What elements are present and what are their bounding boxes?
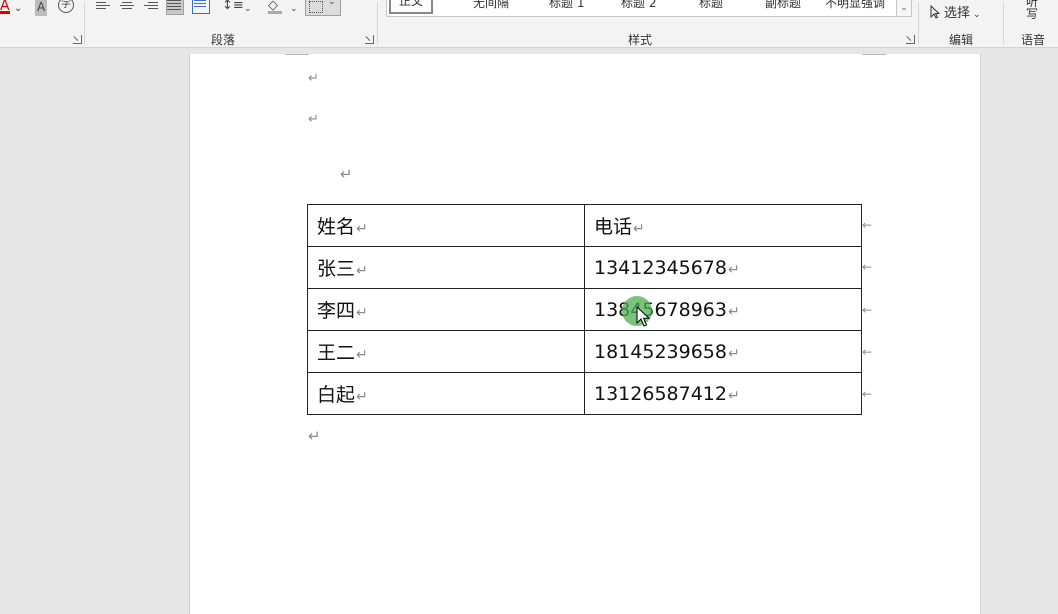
- table-cell[interactable]: 13412345678↵: [584, 246, 862, 289]
- cell-text: 姓名: [317, 216, 356, 238]
- enclose-character-icon[interactable]: 字: [58, 0, 74, 13]
- font-color-bar: [0, 11, 10, 14]
- cell-end-mark: ↵: [356, 347, 368, 363]
- align-right-icon[interactable]: [144, 0, 160, 13]
- table-cell[interactable]: 张三↵: [307, 246, 585, 289]
- paragraph-mark: ↵: [308, 112, 319, 127]
- cell-end-mark: ↵: [356, 221, 368, 237]
- voice-group-label: 语音: [1020, 33, 1046, 47]
- paragraph-dialog-launcher-icon[interactable]: [365, 35, 374, 44]
- cell-text: 18145239658: [594, 340, 727, 363]
- row-end-mark: ←: [862, 260, 873, 274]
- cell-end-mark: ↵: [727, 261, 740, 278]
- group-separator: [918, 2, 919, 44]
- style-no-spacing[interactable]: 无间隔: [473, 0, 509, 11]
- styles-group-label: 样式: [627, 33, 653, 47]
- cell-end-mark: ↵: [633, 221, 645, 237]
- table-cell[interactable]: 李四↵: [307, 288, 585, 331]
- row-end-mark: ←: [862, 387, 873, 401]
- table-row: 姓名↵ 电话↵: [307, 204, 862, 247]
- cell-text: 13412345678: [594, 256, 727, 279]
- style-subtitle[interactable]: 副标题: [765, 0, 801, 11]
- gallery-more-icon[interactable]: ⌄: [896, 0, 911, 16]
- cell-end-mark: ↵: [356, 263, 368, 279]
- cell-text: 李四: [317, 300, 356, 322]
- distributed-icon[interactable]: [192, 0, 210, 14]
- style-heading-2[interactable]: 标题 2: [621, 0, 656, 11]
- mouse-pointer-icon: [636, 306, 650, 327]
- line-spacing-icon[interactable]: ↕≡: [222, 0, 244, 15]
- contacts-table[interactable]: 姓名↵ 电话↵ 张三↵ 13412345678↵ 李四↵ 13845678963…: [307, 204, 862, 415]
- align-left-icon[interactable]: [96, 0, 112, 13]
- row-end-mark: ←: [862, 218, 873, 232]
- style-subtle-emphasis[interactable]: 不明显强调: [825, 0, 885, 11]
- table-row: 白起↵ 13126587412↵: [307, 372, 862, 415]
- line-spacing-dropdown-icon[interactable]: ⌄: [244, 0, 252, 18]
- cell-end-mark: ↵: [727, 345, 740, 362]
- table-cell[interactable]: 电话↵: [584, 204, 862, 247]
- group-separator: [377, 2, 378, 44]
- ribbon: A ⌄ A 字 ↕≡ ⌄ ◇ ⌄ ⌄ 段落 正文 无间隔 标题 1 标题 2 标…: [0, 0, 1058, 48]
- borders-dropdown-icon: ⌄: [328, 0, 336, 7]
- style-title[interactable]: 标题: [699, 0, 723, 11]
- cell-text: 13845678963: [594, 298, 727, 321]
- table-row: 张三↵ 13412345678↵: [307, 246, 862, 289]
- paragraph-mark: ↵: [340, 165, 353, 183]
- select-cursor-icon: [930, 5, 940, 19]
- table-cell[interactable]: 18145239658↵: [584, 330, 862, 373]
- row-end-mark: ←: [862, 303, 873, 317]
- styles-gallery: 正文 无间隔 标题 1 标题 2 标题 副标题 不明显强调 ⌄: [386, 0, 912, 17]
- select-label: 选择: [944, 6, 971, 21]
- font-color-dropdown-icon[interactable]: ⌄: [14, 0, 22, 18]
- editing-group-label: 编辑: [948, 33, 974, 47]
- font-dialog-launcher-icon[interactable]: [73, 35, 82, 44]
- shading-color-bar: [268, 11, 282, 14]
- cell-text: 张三: [317, 258, 356, 280]
- table-cell[interactable]: 13126587412↵: [584, 372, 862, 415]
- dictate-button[interactable]: 听写: [1026, 0, 1040, 20]
- cell-text: 电话: [594, 216, 633, 238]
- select-dropdown-icon: ⌄: [973, 10, 981, 20]
- group-separator: [84, 2, 85, 44]
- cell-end-mark: ↵: [727, 387, 740, 404]
- paragraph-mark: ↵: [308, 71, 319, 86]
- borders-icon: [309, 1, 323, 13]
- table-cell[interactable]: 姓名↵: [307, 204, 585, 247]
- cell-text: 白起: [317, 384, 356, 406]
- shading-dropdown-icon[interactable]: ⌄: [290, 0, 298, 18]
- table-row: 李四↵ 13845678963↵: [307, 288, 862, 331]
- character-shading-icon[interactable]: A: [35, 0, 48, 16]
- styles-dialog-launcher-icon[interactable]: [906, 35, 915, 44]
- row-end-mark: ←: [862, 345, 873, 359]
- justify-icon[interactable]: [166, 0, 184, 15]
- table-cell[interactable]: 王二↵: [307, 330, 585, 373]
- margin-crop-mark-right: [862, 54, 886, 55]
- cell-text: 王二: [317, 342, 356, 364]
- group-separator: [1003, 2, 1004, 44]
- align-center-icon[interactable]: [120, 0, 136, 13]
- table-cell[interactable]: 白起↵: [307, 372, 585, 415]
- margin-crop-mark-left: [285, 54, 309, 55]
- paragraph-mark: ↵: [308, 427, 321, 445]
- table-row: 王二↵ 18145239658↵: [307, 330, 862, 373]
- style-heading-1[interactable]: 标题 1: [549, 0, 584, 11]
- select-button[interactable]: 选择 ⌄: [930, 2, 981, 21]
- cell-end-mark: ↵: [727, 303, 740, 320]
- paragraph-group-label: 段落: [210, 33, 236, 47]
- cell-text: 13126587412: [594, 382, 727, 405]
- cell-end-mark: ↵: [356, 305, 368, 321]
- borders-button[interactable]: ⌄: [305, 0, 341, 16]
- style-normal[interactable]: 正文: [389, 0, 434, 14]
- cell-end-mark: ↵: [356, 389, 368, 405]
